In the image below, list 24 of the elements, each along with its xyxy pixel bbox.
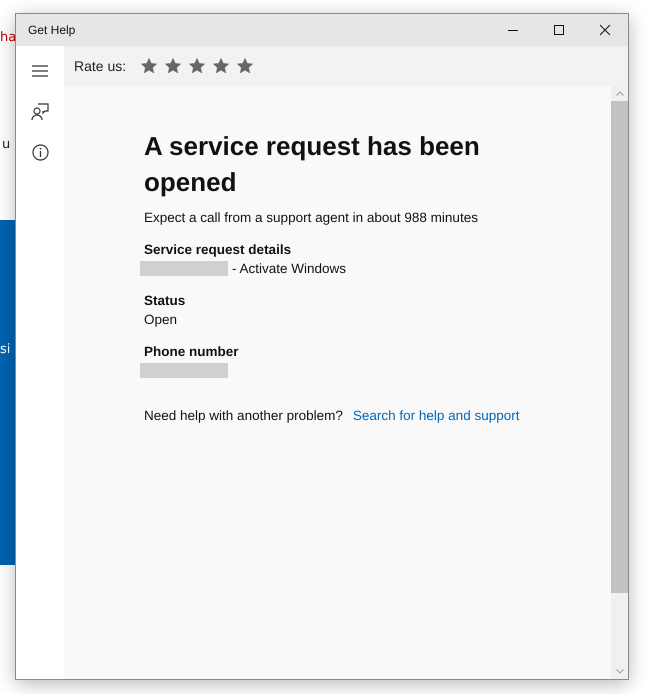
window-title: Get Help: [27, 23, 76, 37]
detail-value: - Activate Windows: [232, 260, 346, 276]
background-text: u: [2, 137, 10, 152]
maximize-icon: [553, 24, 565, 36]
detail-label: Phone number: [144, 344, 240, 359]
close-icon: [599, 24, 611, 36]
help-link[interactable]: Search for help and support: [352, 408, 520, 423]
info-icon: [32, 144, 48, 161]
detail-label: Service request details: [144, 242, 292, 257]
star-icon: [165, 58, 182, 74]
person-chat-icon: [31, 102, 49, 120]
detail-value: Open: [144, 312, 178, 326]
menu-icon: [32, 64, 48, 76]
background-text: ha: [0, 30, 16, 45]
star-icon: [189, 58, 206, 74]
subtitle-text: Expect a call from a support agent in about 988 minutes: [144, 210, 479, 225]
detail-label: Status: [144, 293, 186, 308]
background-text: si: [0, 342, 10, 357]
help-text: Need help with another problem?: [144, 408, 343, 423]
star-icon: [237, 58, 254, 74]
rating-label: Rate us:: [74, 58, 126, 74]
page-heading: A service request has been opened: [144, 130, 481, 199]
star-icon: [141, 58, 158, 74]
star-icon: [213, 58, 230, 74]
